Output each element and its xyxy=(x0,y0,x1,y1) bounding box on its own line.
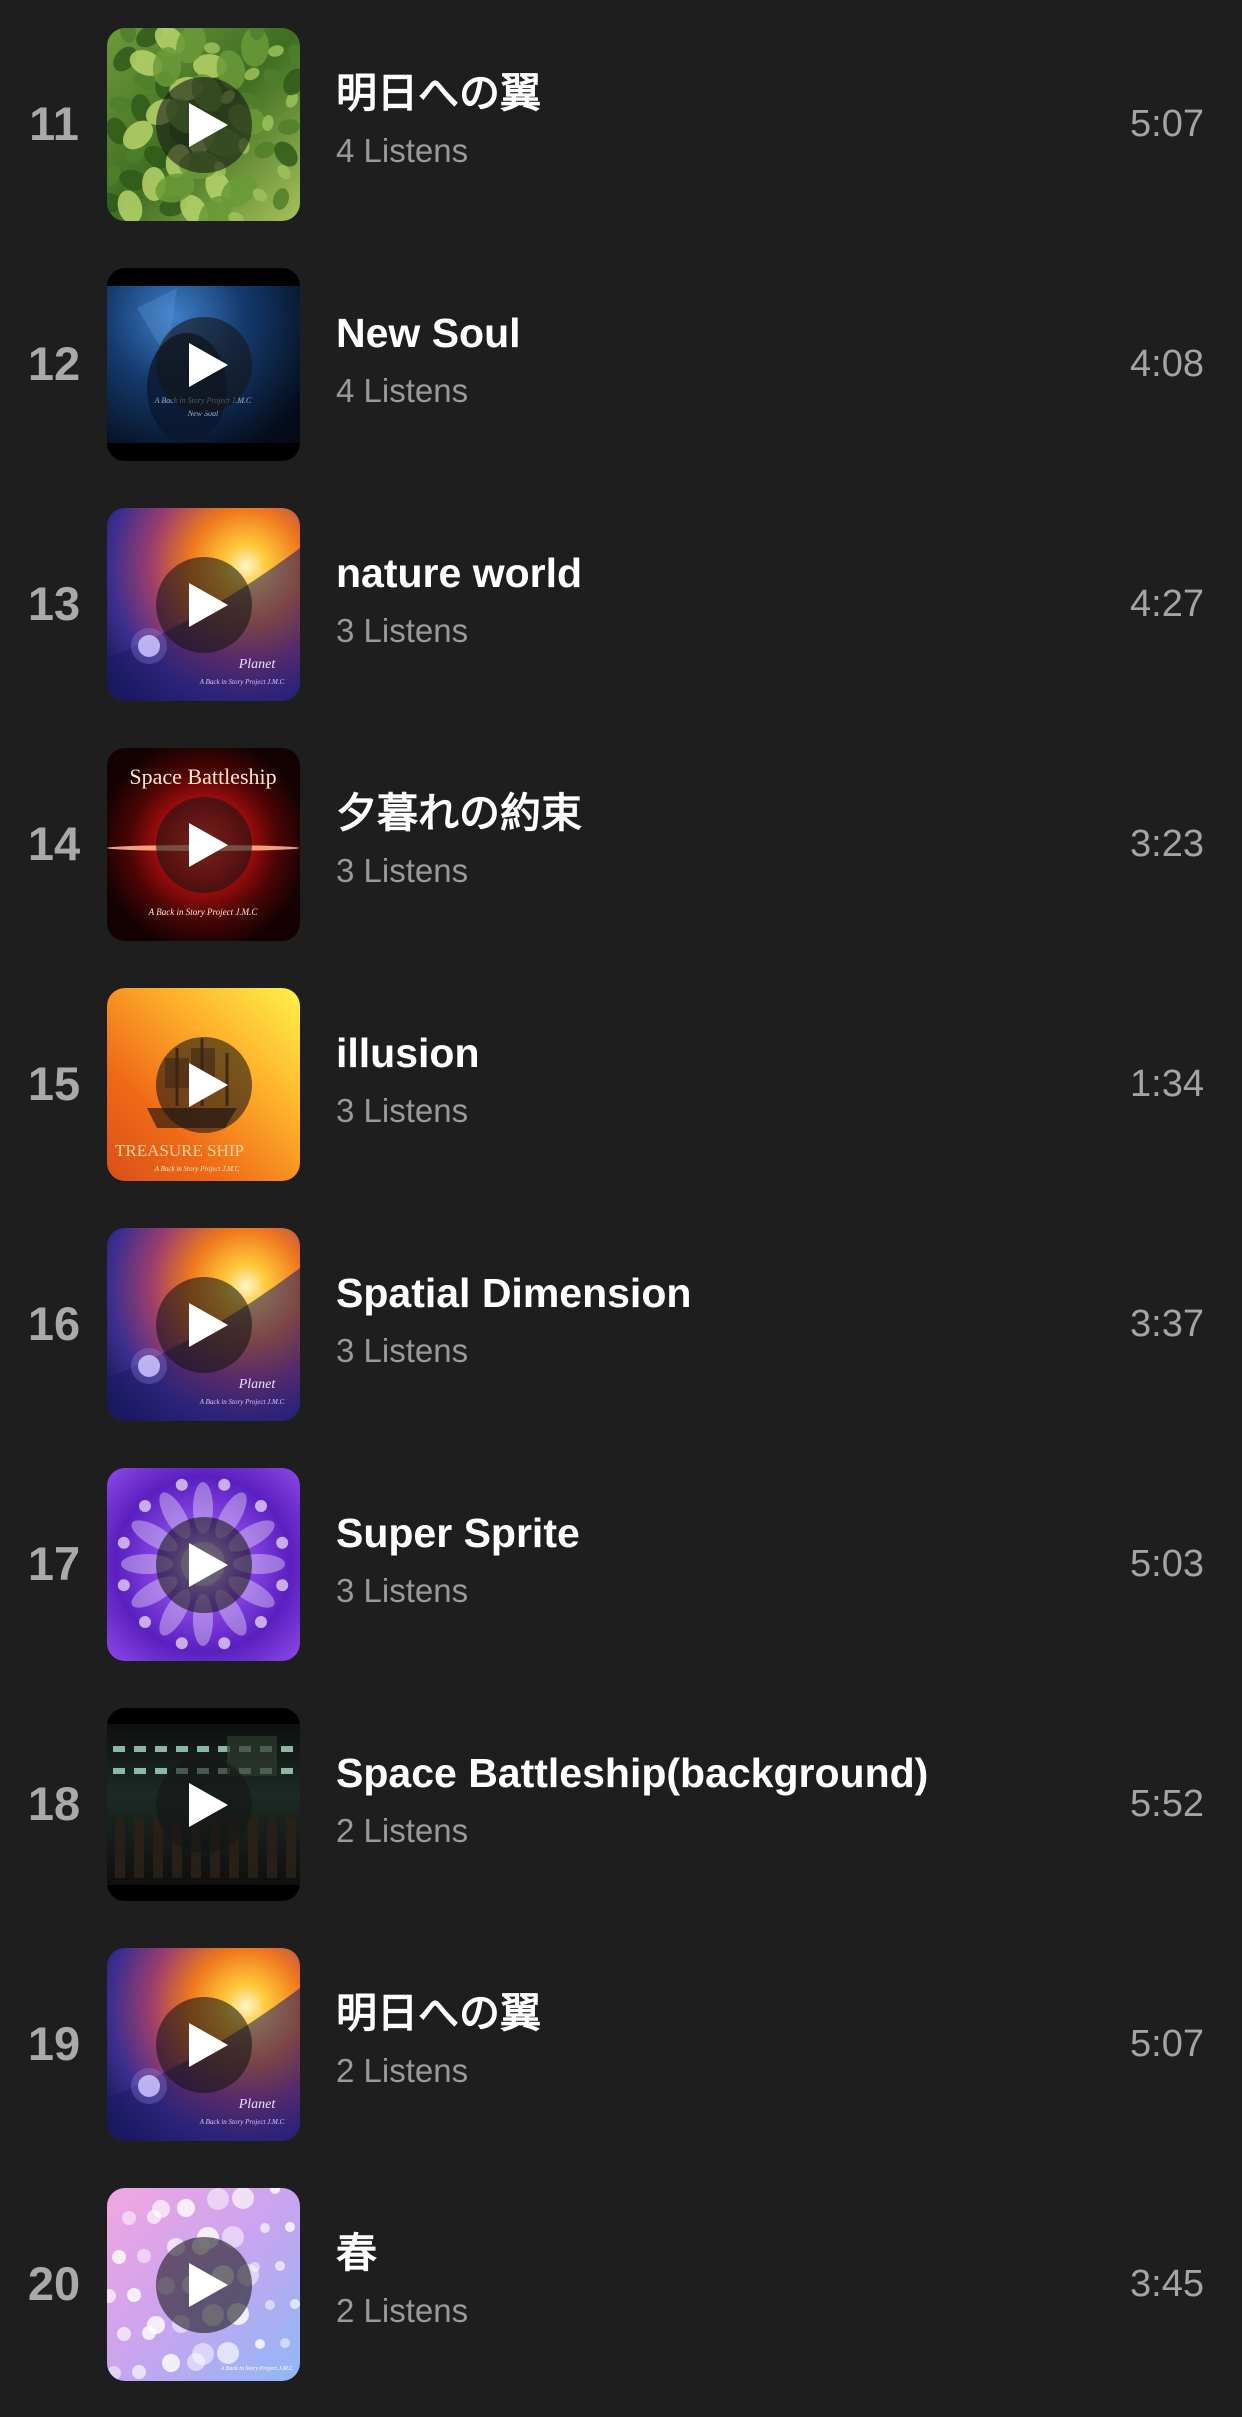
track-title: 夕暮れの約束 xyxy=(336,790,582,836)
track-duration: 3:45 xyxy=(1130,2263,1204,2305)
play-icon xyxy=(189,2263,228,2307)
track-duration: 3:23 xyxy=(1130,823,1204,865)
artwork-title: Space Battleship xyxy=(129,764,276,789)
track-artwork: Space Battleship A Back in Story Project… xyxy=(107,748,300,941)
track-row[interactable]: 12 A Back in Story Project J.M.C New Sou… xyxy=(0,243,1242,483)
track-duration: 5:07 xyxy=(1130,2023,1204,2065)
track-title: 明日への翼 xyxy=(336,1990,541,2036)
artwork-credit: A Back in Story Project J.M.C xyxy=(199,2118,285,2126)
track-listen-count: 3 Listens xyxy=(336,612,469,649)
track-listen-count: 4 Listens xyxy=(336,132,469,169)
artwork-credit: A Back in Story Project J.M.C xyxy=(220,2366,294,2372)
track-row[interactable]: 18 Space Battleship(background) 2 Listen… xyxy=(0,1683,1242,1923)
track-listen-count: 3 Listens xyxy=(336,852,469,889)
track-number: 19 xyxy=(27,2017,81,2070)
track-duration: 5:07 xyxy=(1130,103,1204,145)
play-button[interactable] xyxy=(156,1277,252,1373)
track-row[interactable]: 13 Planet A Back in Story Project J.M.C … xyxy=(0,483,1242,723)
track-row[interactable]: 14 Space Battleship A Back in Story Proj… xyxy=(0,723,1242,963)
track-number: 20 xyxy=(27,2257,81,2310)
track-title: 春 xyxy=(336,2230,377,2276)
track-row[interactable]: 15 TREASURE SHIP A Back in Story Project… xyxy=(0,963,1242,1203)
track-row[interactable]: 20 A Back in Story Project J.M.C 春 2 Lis… xyxy=(0,2163,1242,2403)
play-button[interactable] xyxy=(156,1517,252,1613)
track-listen-count: 3 Listens xyxy=(336,1092,469,1129)
track-artwork: Planet A Back in Story Project J.M.C xyxy=(107,1228,300,1421)
track-listen-count: 2 Listens xyxy=(336,1812,469,1849)
play-button[interactable] xyxy=(156,557,252,653)
track-artwork xyxy=(107,1468,300,1661)
track-row[interactable]: 11 明日への翼 4 Listens 5:07 xyxy=(0,3,1242,243)
track-number: 11 xyxy=(29,97,79,150)
artwork-title: Planet xyxy=(238,2097,277,2112)
artwork-credit: A Back in Story Project J.M.C xyxy=(148,907,259,917)
track-artwork: A Back in Story Project J.M.C xyxy=(107,2188,300,2381)
track-listen-count: 2 Listens xyxy=(336,2292,469,2329)
play-icon xyxy=(189,583,228,627)
track-number: 17 xyxy=(27,1537,81,1590)
artwork-title: TREASURE SHIP xyxy=(115,1141,244,1160)
artwork-title: Planet xyxy=(238,1377,277,1392)
track-listen-count: 2 Listens xyxy=(336,2052,469,2089)
play-button[interactable] xyxy=(156,1997,252,2093)
play-button[interactable] xyxy=(156,1037,252,1133)
play-icon xyxy=(189,343,228,387)
track-title: Space Battleship(background) xyxy=(336,1750,929,1796)
track-number: 13 xyxy=(27,577,81,630)
play-button[interactable] xyxy=(156,77,252,173)
track-duration: 5:03 xyxy=(1130,1543,1204,1585)
play-icon xyxy=(189,2023,228,2067)
play-icon xyxy=(189,103,228,147)
play-icon xyxy=(189,1543,228,1587)
track-title: New Soul xyxy=(336,310,521,356)
track-artwork: Planet A Back in Story Project J.M.C xyxy=(107,508,300,701)
track-title: Spatial Dimension xyxy=(336,1270,692,1316)
play-icon xyxy=(189,823,228,867)
play-icon xyxy=(189,1783,228,1827)
play-button[interactable] xyxy=(156,317,252,413)
track-number: 15 xyxy=(27,1057,81,1110)
track-row[interactable]: 17 Super Sprite 3 Listens 5:03 xyxy=(0,1443,1242,1683)
artwork-credit: A Back in Story Project J.M.C xyxy=(199,678,285,686)
track-duration: 3:37 xyxy=(1130,1303,1204,1345)
track-title: illusion xyxy=(336,1030,480,1076)
track-list: 11 明日への翼 4 Listens 5:07 12 A Ba xyxy=(0,0,1242,2417)
track-number: 16 xyxy=(27,1297,81,1350)
track-artwork: A Back in Story Project J.M.C New Soul xyxy=(107,268,300,461)
track-number: 14 xyxy=(27,817,81,870)
track-title: Super Sprite xyxy=(336,1510,580,1556)
track-number: 12 xyxy=(27,337,81,390)
track-row[interactable]: 19 Planet A Back in Story Project J.M.C … xyxy=(0,1923,1242,2163)
track-number: 18 xyxy=(27,1777,81,1830)
track-artwork xyxy=(107,1708,300,1901)
artwork-credit: A Back in Story Project J.M.C xyxy=(199,1398,285,1406)
track-artwork xyxy=(107,28,300,221)
track-listen-count: 4 Listens xyxy=(336,372,469,409)
track-duration: 1:34 xyxy=(1130,1063,1204,1105)
track-title: nature world xyxy=(336,550,583,596)
play-button[interactable] xyxy=(156,1757,252,1853)
track-duration: 4:08 xyxy=(1130,343,1204,385)
track-listen-count: 3 Listens xyxy=(336,1332,469,1369)
track-artwork: TREASURE SHIP A Back in Story Project J.… xyxy=(107,988,300,1181)
track-row[interactable]: 16 Planet A Back in Story Project J.M.C … xyxy=(0,1203,1242,1443)
play-icon xyxy=(189,1303,228,1347)
track-duration: 5:52 xyxy=(1130,1783,1204,1825)
play-button[interactable] xyxy=(156,2237,252,2333)
track-listen-count: 3 Listens xyxy=(336,1572,469,1609)
artwork-title: Planet xyxy=(238,657,277,672)
track-duration: 4:27 xyxy=(1130,583,1204,625)
play-icon xyxy=(189,1063,228,1107)
play-button[interactable] xyxy=(156,797,252,893)
track-artwork: Planet A Back in Story Project J.M.C xyxy=(107,1948,300,2141)
artwork-credit: A Back in Story Project J.M.C xyxy=(154,1165,240,1173)
track-title: 明日への翼 xyxy=(336,70,541,116)
